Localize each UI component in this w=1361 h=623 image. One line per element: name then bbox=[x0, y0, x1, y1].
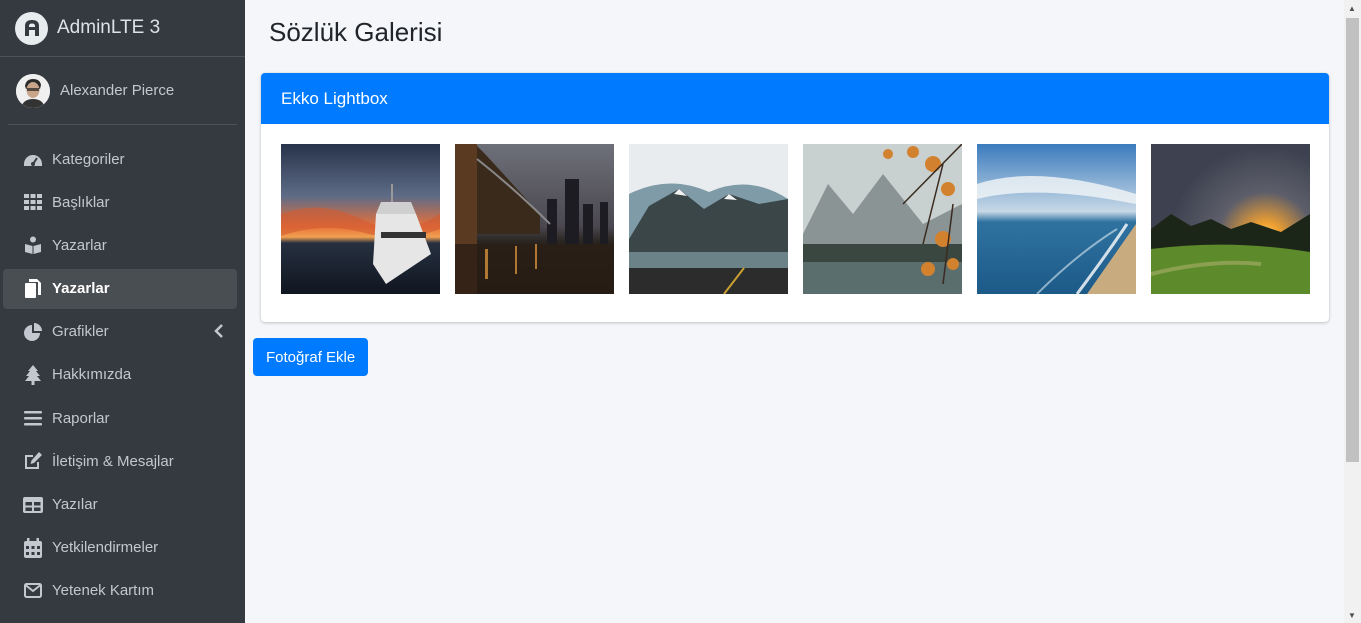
gallery-card: Ekko Lightbox bbox=[261, 73, 1329, 322]
nav-label: Grafikler bbox=[52, 323, 109, 341]
nav-label: Yetenek Kartım bbox=[52, 582, 155, 600]
gallery-image-autumn[interactable] bbox=[803, 144, 962, 294]
nav-label: Yazarlar bbox=[52, 236, 107, 254]
bars-icon bbox=[22, 407, 44, 429]
table-icon bbox=[22, 494, 44, 516]
brand-logo-icon bbox=[15, 11, 48, 45]
brand-link[interactable]: AdminLTE 3 bbox=[0, 0, 245, 57]
nav-item-yetkilendirmeler[interactable]: Yetkilendirmeler bbox=[3, 528, 237, 568]
card-title: Ekko Lightbox bbox=[261, 73, 1329, 124]
gallery bbox=[281, 144, 1325, 294]
sidebar: AdminLTE 3 Alexander Pierce Kategoriler … bbox=[0, 0, 245, 623]
gallery-image-beach[interactable] bbox=[977, 144, 1136, 294]
gallery-image-mountains[interactable] bbox=[629, 144, 788, 294]
nav-label: Kategoriler bbox=[52, 150, 125, 168]
brand-text: AdminLTE 3 bbox=[57, 17, 161, 38]
nav-item-yazilar[interactable]: Yazılar bbox=[3, 485, 237, 525]
nav-item-kategoriler[interactable]: Kategoriler bbox=[3, 139, 237, 179]
scrollbar-thumb[interactable] bbox=[1346, 18, 1359, 462]
copy-icon bbox=[22, 278, 44, 300]
grid-icon bbox=[22, 191, 44, 213]
envelope-icon bbox=[22, 580, 44, 602]
page-scrollbar[interactable]: ▲ ▼ bbox=[1344, 0, 1361, 623]
nav-label: Yetkilendirmeler bbox=[52, 539, 159, 557]
scroll-up-arrow-icon[interactable]: ▲ bbox=[1348, 4, 1356, 13]
scroll-down-arrow-icon[interactable]: ▼ bbox=[1348, 611, 1356, 620]
tachometer-icon bbox=[22, 148, 44, 170]
book-reader-icon bbox=[22, 234, 44, 256]
nav-label: Yazılar bbox=[52, 496, 98, 513]
nav-label: Hakkımızda bbox=[52, 366, 132, 384]
add-photo-button[interactable]: Fotoğraf Ekle bbox=[253, 338, 369, 376]
gallery-image-bridge[interactable] bbox=[455, 144, 614, 294]
nav-label: Yazarlar bbox=[52, 280, 110, 298]
gallery-image-boat[interactable] bbox=[281, 144, 440, 294]
nav-item-hakkimizda[interactable]: Hakkımızda bbox=[3, 355, 237, 395]
nav-item-yazarlar[interactable]: Yazarlar bbox=[3, 225, 237, 265]
gallery-image-sunset[interactable] bbox=[1151, 144, 1310, 294]
avatar bbox=[16, 73, 50, 108]
nav-item-yazarlar-active[interactable]: Yazarlar bbox=[3, 268, 237, 309]
nav-label: İletişim & Mesajlar bbox=[52, 452, 174, 470]
edit-icon bbox=[22, 450, 44, 472]
user-name: Alexander Pierce bbox=[60, 82, 175, 99]
pie-chart-icon bbox=[22, 321, 44, 343]
nav-item-grafikler[interactable]: Grafikler bbox=[3, 312, 237, 352]
nav-item-raporlar[interactable]: Raporlar bbox=[3, 398, 237, 438]
nav-item-yetenek-kartim[interactable]: Yetenek Kartım bbox=[3, 571, 237, 611]
nav-item-iletisim[interactable]: İletişim & Mesajlar bbox=[3, 441, 237, 481]
tree-icon bbox=[22, 364, 44, 386]
calendar-icon bbox=[22, 537, 44, 559]
nav-item-basliklar[interactable]: Başlıklar bbox=[3, 182, 237, 222]
nav-label: Başlıklar bbox=[52, 193, 110, 211]
page-title: Sözlük Galerisi bbox=[269, 17, 443, 47]
nav-label: Raporlar bbox=[52, 409, 110, 427]
chevron-left-icon bbox=[214, 323, 224, 343]
sidebar-nav: Kategoriler Başlıklar Yazarlar Yazarlar … bbox=[3, 139, 237, 614]
user-panel[interactable]: Alexander Pierce bbox=[8, 57, 237, 125]
